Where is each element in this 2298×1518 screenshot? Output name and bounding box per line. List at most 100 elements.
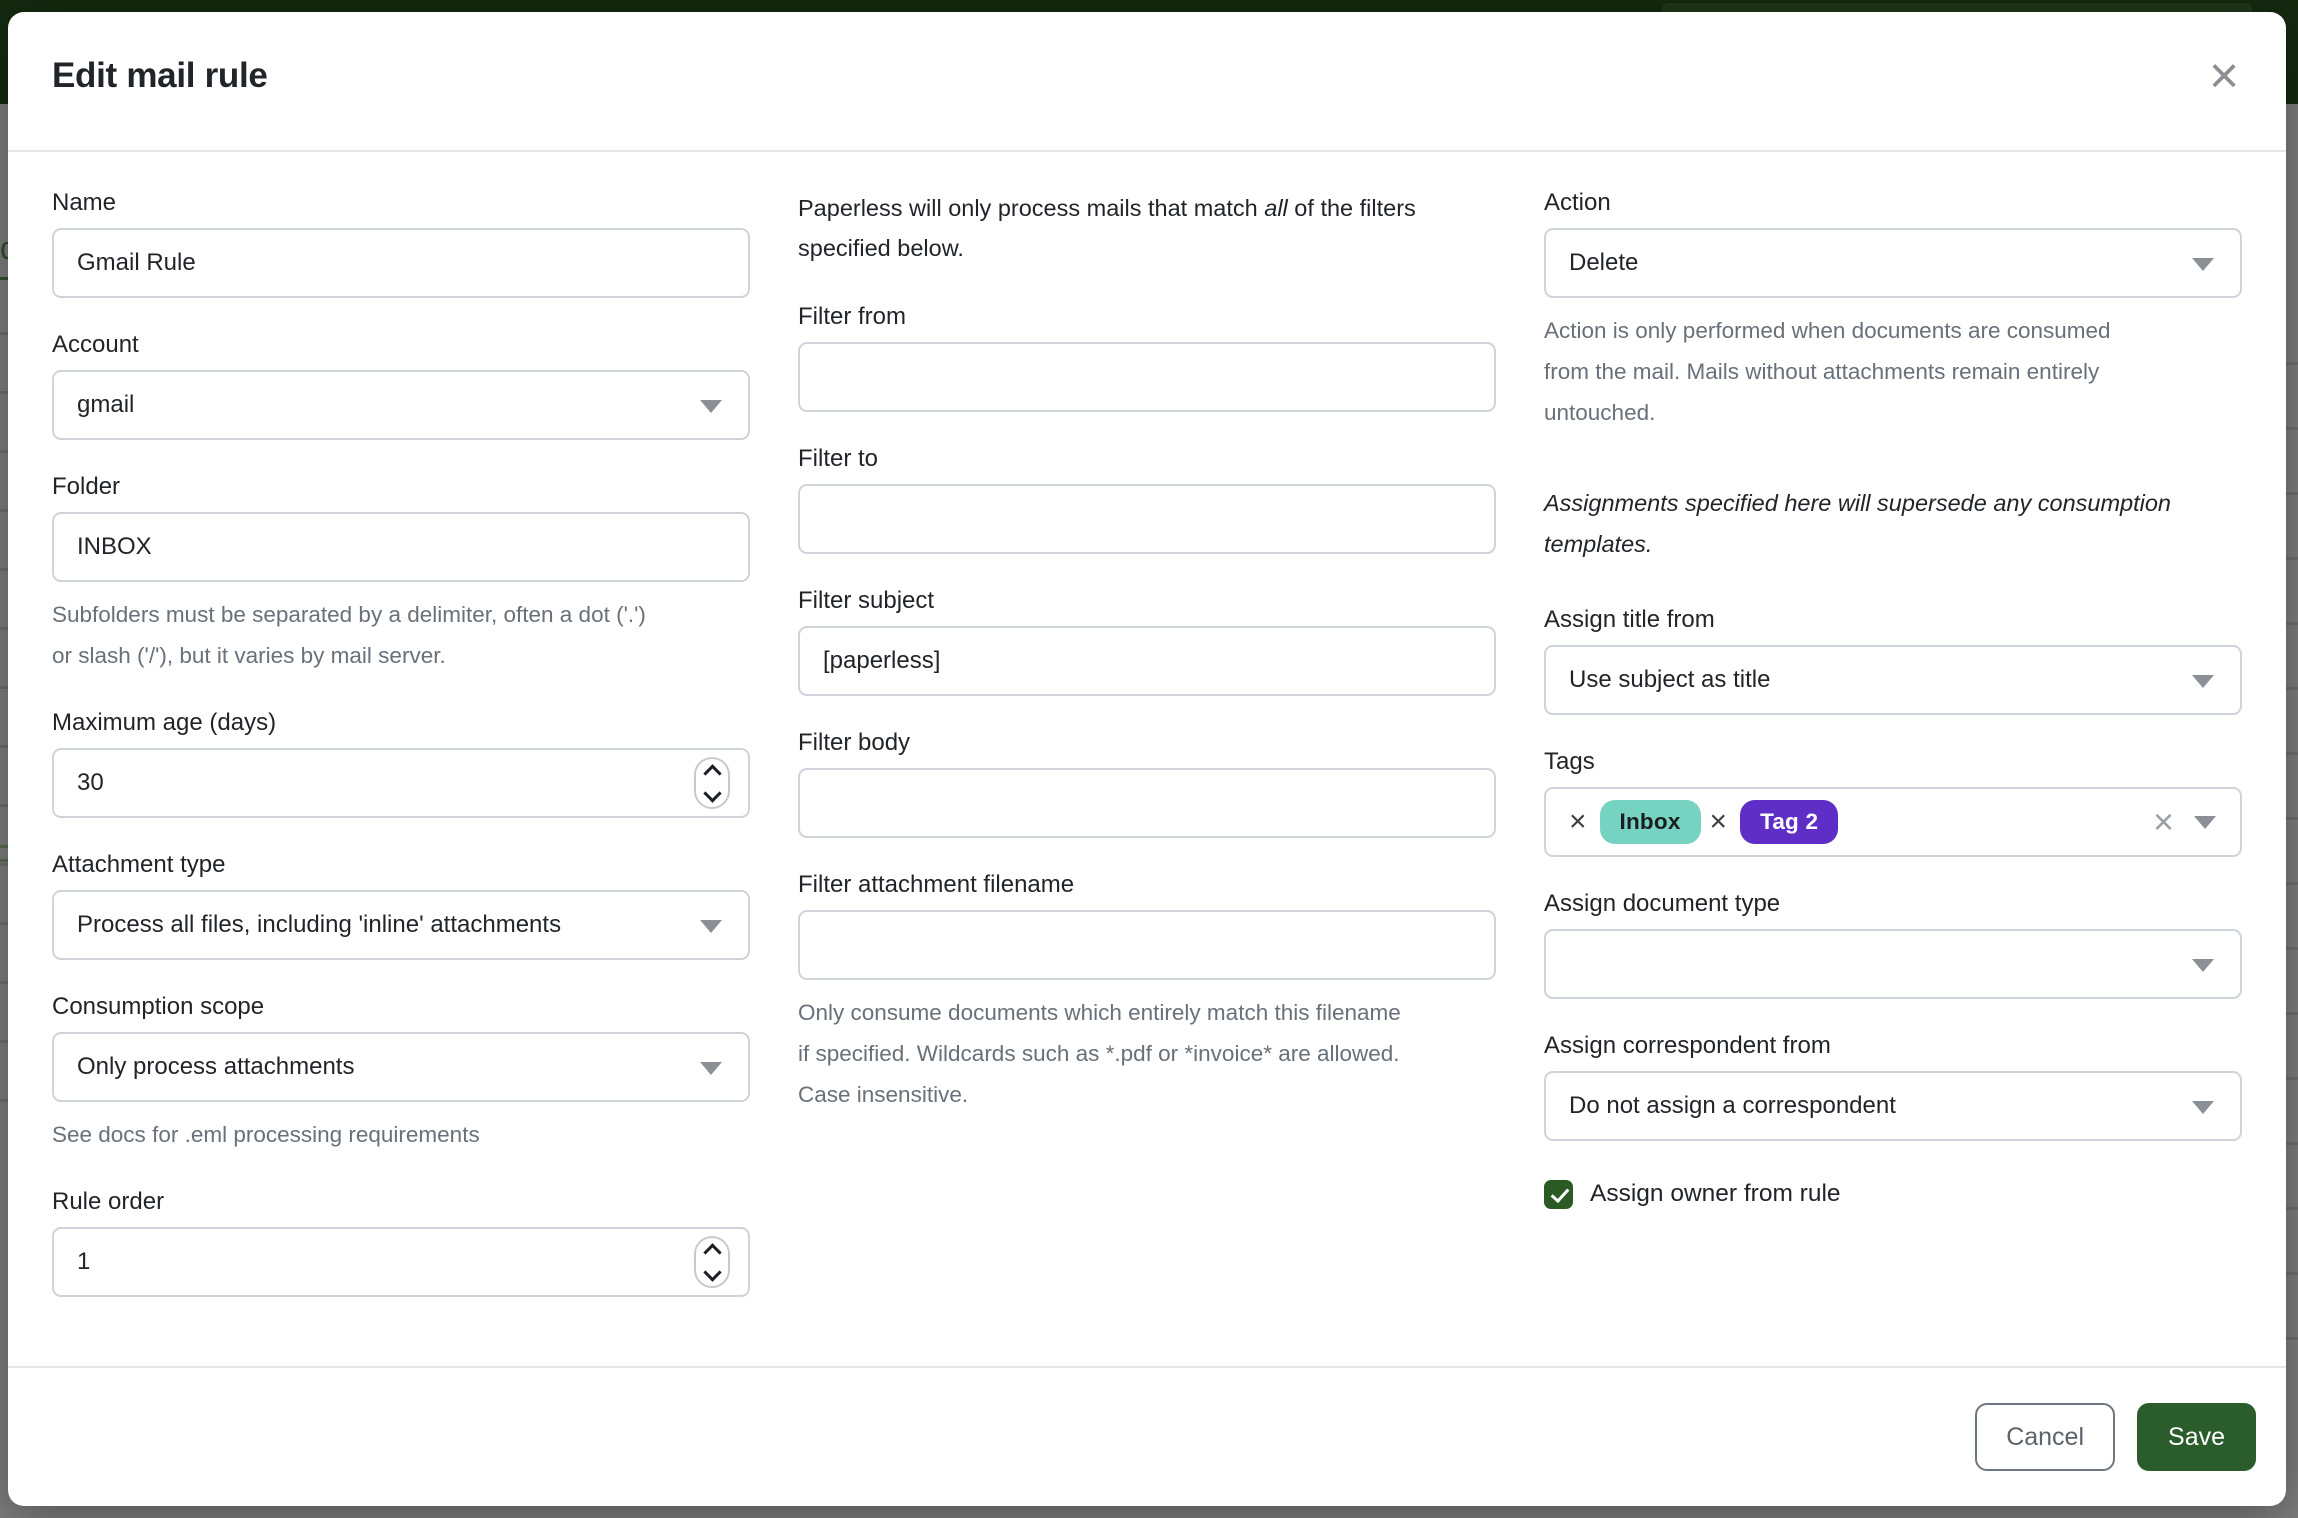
account-value: gmail: [77, 391, 134, 419]
action-select[interactable]: Delete: [1544, 228, 2242, 298]
action-field-group: Action Delete Action is only performed w…: [1544, 188, 2242, 433]
account-select[interactable]: gmail: [52, 370, 750, 440]
name-input[interactable]: [77, 249, 684, 277]
chevron-down-icon: [2192, 1101, 2214, 1114]
chevron-down-icon: [700, 400, 722, 413]
background-link-underline: [0, 277, 8, 280]
column-action: Action Delete Action is only performed w…: [1544, 188, 2242, 1329]
folder-input-wrap: [52, 512, 750, 582]
filter-to-input[interactable]: [823, 505, 1430, 533]
consumption-scope-field-group: Consumption scope Only process attachmen…: [52, 992, 750, 1155]
column-general: Name Account gmail Folder Subfolders m: [52, 188, 750, 1329]
spinner-down-icon[interactable]: [703, 784, 721, 802]
attachment-type-field-group: Attachment type Process all files, inclu…: [52, 850, 750, 960]
filter-body-field-group: Filter body: [798, 728, 1496, 838]
column-filters: Paperless will only process mails that m…: [798, 188, 1496, 1329]
assign-owner-checkbox[interactable]: [1544, 1180, 1573, 1209]
attachment-type-value: Process all files, including 'inline' at…: [77, 911, 561, 939]
clear-tags-icon[interactable]: ×: [2153, 804, 2174, 840]
assign-title-value: Use subject as title: [1569, 666, 1770, 694]
tags-label: Tags: [1544, 747, 2242, 777]
attachment-type-select[interactable]: Process all files, including 'inline' at…: [52, 890, 750, 960]
dialog-footer: Cancel Save: [8, 1366, 2286, 1506]
spinner-up-icon[interactable]: [703, 764, 721, 782]
chevron-down-icon: [2194, 816, 2216, 829]
assign-owner-label: Assign owner from rule: [1590, 1179, 1841, 1209]
max-age-input[interactable]: [77, 769, 684, 797]
filter-to-label: Filter to: [798, 444, 1496, 474]
filter-subject-label: Filter subject: [798, 586, 1496, 616]
tags-selected-items: × Inbox × Tag 2: [1569, 800, 1838, 844]
cancel-button[interactable]: Cancel: [1975, 1403, 2115, 1471]
filter-subject-field-group: Filter subject: [798, 586, 1496, 696]
folder-help: Subfolders must be separated by a delimi…: [52, 594, 750, 676]
dialog-header: Edit mail rule ×: [8, 12, 2286, 152]
assign-document-type-field-group: Assign document type: [1544, 889, 2242, 999]
action-label: Action: [1544, 188, 2242, 218]
rule-order-field-group: Rule order: [52, 1187, 750, 1297]
folder-label: Folder: [52, 472, 750, 502]
chevron-down-icon: [700, 1062, 722, 1075]
tag-pill[interactable]: Tag 2: [1740, 800, 1838, 844]
name-field-group: Name: [52, 188, 750, 298]
background-navbar-search-field: [1662, 3, 2252, 12]
filter-from-field-group: Filter from: [798, 302, 1496, 412]
remove-tag-icon[interactable]: ×: [1710, 807, 1728, 837]
consumption-scope-label: Consumption scope: [52, 992, 750, 1022]
assign-title-select[interactable]: Use subject as title: [1544, 645, 2242, 715]
max-age-stepper: [52, 748, 750, 818]
chevron-down-icon: [2192, 258, 2214, 271]
save-button[interactable]: Save: [2137, 1403, 2256, 1471]
consumption-scope-help: See docs for .eml processing requirement…: [52, 1114, 750, 1155]
filters-intro: Paperless will only process mails that m…: [798, 188, 1496, 268]
chevron-down-icon: [2192, 959, 2214, 972]
folder-input[interactable]: [77, 533, 684, 561]
filter-attachment-filename-label: Filter attachment filename: [798, 870, 1496, 900]
remove-tag-icon[interactable]: ×: [1569, 807, 1587, 837]
filter-subject-input[interactable]: [823, 647, 1430, 675]
number-spinner[interactable]: [694, 1236, 730, 1288]
filter-body-input-wrap: [798, 768, 1496, 838]
tags-right-controls: ×: [2153, 789, 2216, 855]
max-age-label: Maximum age (days): [52, 708, 750, 738]
filter-from-input-wrap: [798, 342, 1496, 412]
spinner-down-icon[interactable]: [703, 1263, 721, 1281]
spinner-up-icon[interactable]: [703, 1243, 721, 1261]
max-age-field-group: Maximum age (days): [52, 708, 750, 818]
chevron-down-icon: [2192, 675, 2214, 688]
assign-correspondent-select[interactable]: Do not assign a correspondent: [1544, 1071, 2242, 1141]
dialog-title: Edit mail rule: [52, 56, 268, 96]
attachment-type-label: Attachment type: [52, 850, 750, 880]
name-label: Name: [52, 188, 750, 218]
action-value: Delete: [1569, 249, 1638, 277]
assignments-note: Assignments specified here will supersed…: [1544, 483, 2242, 565]
edit-mail-rule-dialog: Edit mail rule × Name Account gmail Fold…: [8, 12, 2286, 1506]
account-field-group: Account gmail: [52, 330, 750, 440]
filter-attachment-filename-help: Only consume documents which entirely ma…: [798, 992, 1496, 1115]
rule-order-input[interactable]: [77, 1248, 684, 1276]
filter-from-input[interactable]: [823, 363, 1430, 391]
assign-correspondent-value: Do not assign a correspondent: [1569, 1092, 1896, 1120]
assign-document-type-label: Assign document type: [1544, 889, 2242, 919]
assign-title-label: Assign title from: [1544, 605, 2242, 635]
filter-attachment-filename-field-group: Filter attachment filename Only consume …: [798, 870, 1496, 1115]
background-table-rows-right: [2286, 300, 2298, 1400]
assign-owner-row: Assign owner from rule: [1544, 1179, 2242, 1209]
filter-body-input[interactable]: [823, 789, 1430, 817]
folder-field-group: Folder Subfolders must be separated by a…: [52, 472, 750, 676]
filter-attachment-filename-input[interactable]: [823, 931, 1430, 959]
filter-body-label: Filter body: [798, 728, 1496, 758]
assign-document-type-select[interactable]: [1544, 929, 2242, 999]
filter-attachment-filename-input-wrap: [798, 910, 1496, 980]
number-spinner[interactable]: [694, 757, 730, 809]
consumption-scope-select[interactable]: Only process attachments: [52, 1032, 750, 1102]
tag-pill[interactable]: Inbox: [1600, 800, 1701, 844]
filter-from-label: Filter from: [798, 302, 1496, 332]
filter-to-field-group: Filter to: [798, 444, 1496, 554]
close-icon[interactable]: ×: [2192, 44, 2256, 108]
tags-select[interactable]: × Inbox × Tag 2 ×: [1544, 787, 2242, 857]
filter-to-input-wrap: [798, 484, 1496, 554]
rule-order-stepper: [52, 1227, 750, 1297]
dialog-body: Name Account gmail Folder Subfolders m: [8, 152, 2286, 1329]
action-help: Action is only performed when documents …: [1544, 310, 2242, 433]
